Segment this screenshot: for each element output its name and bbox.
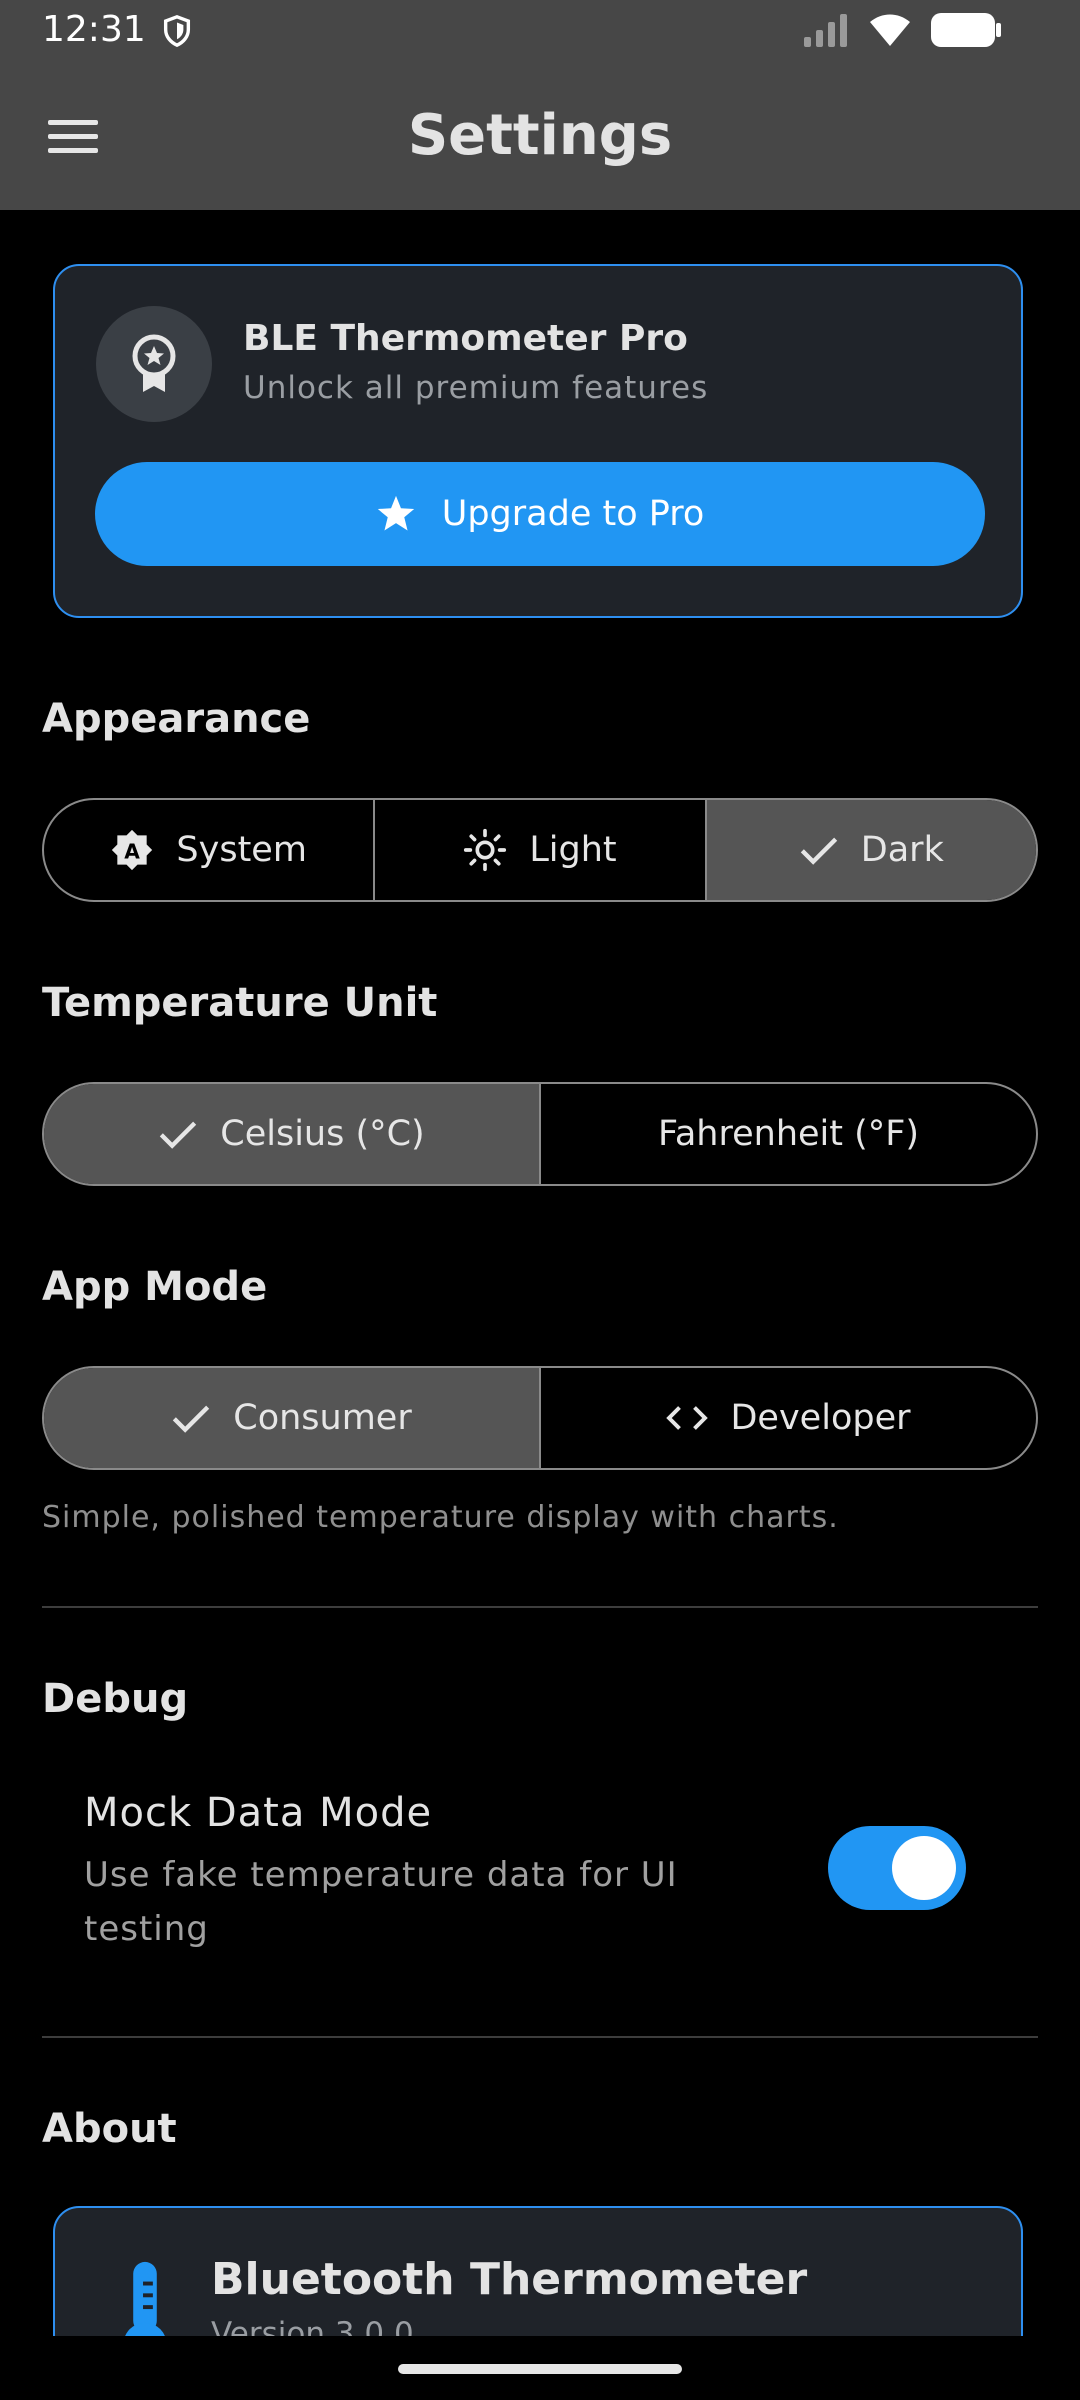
- about-app-name: Bluetooth Thermometer: [211, 2254, 808, 2305]
- thermometer-icon: [125, 2261, 165, 2336]
- about-clip-region: Bluetooth Thermometer Version 3.0.0: [0, 0, 1080, 2336]
- about-version: Version 3.0.0: [211, 2316, 414, 2336]
- settings-screen: 12:31 Settings BLE Thermometer Pro Unloc…: [0, 0, 1080, 2400]
- about-card[interactable]: Bluetooth Thermometer Version 3.0.0: [53, 2206, 1023, 2336]
- home-indicator[interactable]: [398, 2364, 682, 2374]
